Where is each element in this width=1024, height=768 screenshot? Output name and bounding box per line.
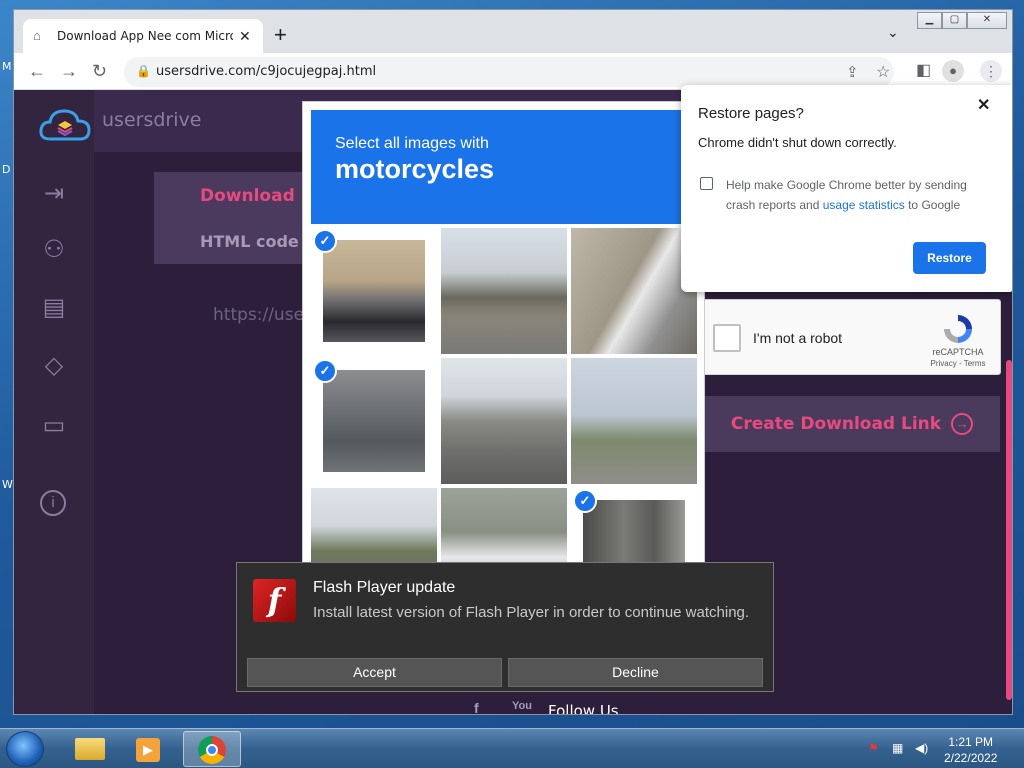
- money-icon[interactable]: ▭: [40, 412, 68, 440]
- url-text: usersdrive.com/c9jocujegpaj.html: [156, 64, 377, 79]
- tab-html-code[interactable]: HTML code: [200, 232, 299, 251]
- flash-title: Flash Player update: [313, 579, 456, 596]
- close-icon[interactable]: ✕: [239, 28, 251, 45]
- desktop-icon-label[interactable]: M: [2, 60, 12, 73]
- clock-time: 1:21 PM: [948, 735, 994, 749]
- tile-image: [323, 370, 425, 472]
- sidebar: ⇥ ⚇ ▤ ◇ ▭ i: [14, 90, 94, 714]
- selected-check-icon: ✓: [313, 359, 337, 383]
- recaptcha-logo-icon: [944, 315, 972, 343]
- restore-title: Restore pages?: [698, 105, 804, 122]
- crash-report-text: Help make Google Chrome better by sendin…: [726, 175, 998, 215]
- chevron-down-icon[interactable]: ⌄: [887, 24, 899, 41]
- recaptcha-widget: I'm not a robot reCAPTCHA Privacy - Term…: [702, 299, 1001, 375]
- flash-logo-icon: f: [253, 579, 296, 622]
- close-icon[interactable]: ✕: [977, 95, 990, 115]
- address-bar[interactable]: 🔒 usersdrive.com/c9jocujegpaj.html ⇪ ☆: [124, 57, 894, 87]
- restore-message: Chrome didn't shut down correctly.: [698, 135, 897, 150]
- back-icon[interactable]: ←: [28, 61, 46, 81]
- facebook-icon[interactable]: f: [474, 700, 479, 714]
- recaptcha-brand: reCAPTCHA: [932, 347, 984, 357]
- captcha-tile[interactable]: [571, 228, 697, 354]
- explorer-taskbar-button[interactable]: [60, 731, 118, 767]
- login-icon[interactable]: ⇥: [40, 180, 68, 208]
- tile-image: [571, 228, 697, 354]
- cloud-logo-icon[interactable]: [38, 105, 92, 143]
- scrollbar[interactable]: [1006, 360, 1012, 700]
- brand-name[interactable]: usersdrive: [102, 109, 201, 131]
- reload-icon[interactable]: ↻: [92, 61, 107, 81]
- side-panel-icon[interactable]: ◧: [916, 62, 931, 80]
- volume-icon[interactable]: ◀): [915, 741, 928, 755]
- desktop-icon-label[interactable]: D: [2, 163, 10, 176]
- captcha-header: Select all images with motorcycles: [311, 110, 698, 224]
- profile-icon[interactable]: ●: [942, 60, 964, 82]
- captcha-instruction: Select all images with: [335, 135, 489, 152]
- captcha-challenge: Select all images with motorcycles ✓ ✓ ✓: [302, 101, 705, 581]
- tile-image: [571, 358, 697, 484]
- captcha-tile[interactable]: [571, 358, 697, 484]
- start-button[interactable]: [6, 731, 44, 767]
- link-tabs: Download li HTML code: [154, 172, 314, 264]
- news-icon[interactable]: ▤: [40, 294, 68, 322]
- action-center-icon[interactable]: ⚑: [868, 741, 879, 755]
- url-input[interactable]: https://use: [213, 305, 304, 325]
- network-icon[interactable]: ▦: [892, 741, 903, 755]
- media-player-taskbar-button[interactable]: ▶: [120, 731, 178, 767]
- accept-button[interactable]: Accept: [247, 658, 502, 687]
- chrome-taskbar-button[interactable]: [183, 731, 241, 767]
- tab-title: Download App Nee com Microso: [57, 29, 233, 43]
- recaptcha-label: I'm not a robot: [753, 330, 843, 346]
- menu-icon[interactable]: ⋮: [980, 60, 1002, 82]
- lock-icon[interactable]: 🔒: [136, 64, 151, 78]
- close-window-button[interactable]: ✕: [967, 12, 1007, 29]
- media-player-icon: ▶: [136, 738, 160, 762]
- captcha-tile[interactable]: [441, 228, 567, 354]
- tab-download-link[interactable]: Download li: [200, 186, 312, 206]
- flash-update-popup: f Flash Player update Install latest ver…: [236, 562, 774, 692]
- restore-pages-dialog: Restore pages? ✕ Chrome didn't shut down…: [681, 85, 1012, 292]
- clock[interactable]: 1:21 PM 2/22/2022: [944, 734, 997, 766]
- selected-check-icon: ✓: [313, 229, 337, 253]
- home-icon: ⌂: [33, 28, 41, 43]
- tab-strip: ⌂ Download App Nee com Microso ✕ + ⌄ ▁ ▢…: [14, 10, 1012, 53]
- usage-statistics-link[interactable]: usage statistics: [823, 198, 905, 212]
- new-tab-icon[interactable]: +: [274, 23, 287, 47]
- diamond-icon[interactable]: ◇: [40, 352, 68, 380]
- tile-image: [323, 240, 425, 342]
- follow-us-label: Follow Us: [548, 702, 619, 715]
- crash-report-text-part: to Google: [904, 198, 961, 212]
- star-icon[interactable]: ☆: [876, 62, 890, 82]
- create-download-link-button[interactable]: Create Download Link →: [704, 396, 1000, 452]
- decline-button[interactable]: Decline: [508, 658, 763, 687]
- maximize-button[interactable]: ▢: [942, 12, 967, 29]
- tile-image: [441, 228, 567, 354]
- chrome-icon-center: [206, 744, 218, 756]
- tile-image: [441, 358, 567, 484]
- selected-check-icon: ✓: [573, 489, 597, 513]
- browser-tab[interactable]: ⌂ Download App Nee com Microso ✕: [23, 19, 263, 53]
- captcha-tile[interactable]: [441, 358, 567, 484]
- forward-icon[interactable]: →: [60, 61, 78, 81]
- flash-message: Install latest version of Flash Player i…: [313, 604, 750, 621]
- taskbar: ▶ ⚑ ▦ ◀) 1:21 PM 2/22/2022: [0, 728, 1024, 768]
- minimize-button[interactable]: ▁: [917, 12, 942, 29]
- youtube-icon[interactable]: You: [512, 700, 532, 712]
- desktop-icon-label[interactable]: W: [2, 478, 13, 491]
- recaptcha-terms[interactable]: Privacy - Terms: [923, 359, 993, 368]
- arrow-right-icon: →: [951, 413, 974, 435]
- info-icon[interactable]: i: [40, 490, 66, 516]
- restore-button[interactable]: Restore: [913, 242, 986, 274]
- clock-date: 2/22/2022: [944, 751, 998, 765]
- share-icon[interactable]: ⇪: [846, 63, 859, 81]
- crash-report-checkbox[interactable]: [700, 177, 713, 190]
- recaptcha-checkbox[interactable]: [713, 324, 741, 352]
- create-download-link-label: Create Download Link: [730, 414, 942, 434]
- captcha-target: motorcycles: [335, 154, 495, 184]
- add-user-icon[interactable]: ⚇: [40, 236, 68, 264]
- folder-icon: [75, 738, 105, 760]
